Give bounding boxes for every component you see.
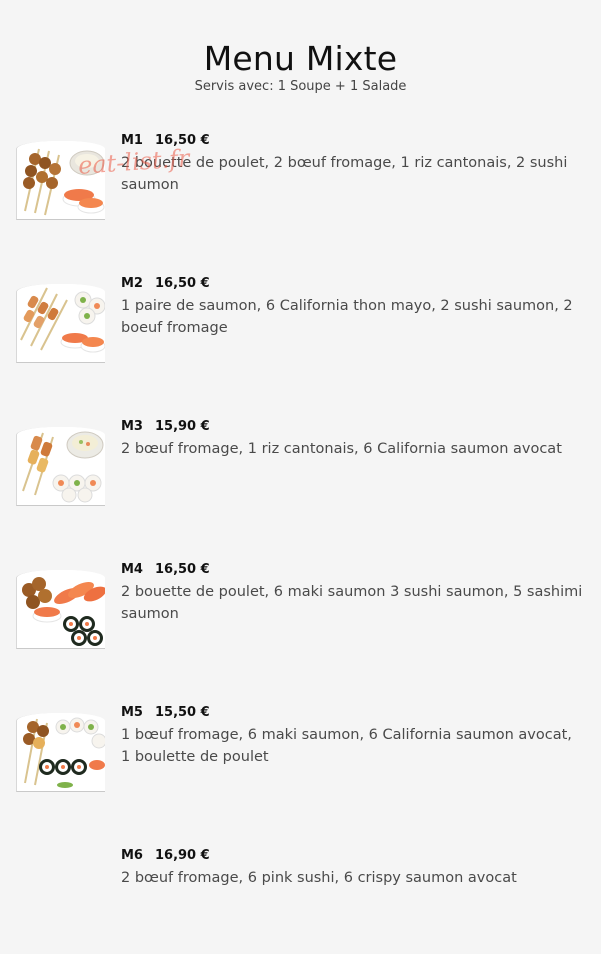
dish-photo-m2 [16, 284, 105, 363]
item-code: M4 [121, 562, 143, 577]
menu-item-m3[interactable]: M3 15,90 € 2 bœuf fromage, 1 riz cantonai… [0, 419, 601, 557]
menu-title: Menu Mixte [203, 39, 398, 78]
item-code: M6 [121, 848, 143, 863]
menu-header: Menu Mixte Servis avec: 1 Soupe + 1 Sala… [0, 36, 601, 94]
menu-item-m5[interactable]: M5 15,50 € 1 bœuf fromage, 6 maki saumon,… [0, 705, 601, 843]
item-price: 15,50 € [154, 705, 210, 720]
item-code-price: M3 15,90 € [121, 419, 210, 434]
dish-photo-m5 [16, 713, 105, 792]
item-description: 1 bœuf fromage, 6 maki saumon, 6 Califor… [121, 727, 572, 765]
dish-photo-m4 [16, 570, 105, 649]
item-code: M3 [121, 419, 143, 434]
menu-item-m2[interactable]: M2 16,50 € 1 paire de saumon, 6 Californi… [0, 276, 601, 414]
item-description: 2 bœuf fromage, 1 riz cantonais, 6 Calif… [121, 441, 562, 457]
item-code: M1 [121, 133, 143, 148]
menu-item-m1[interactable]: M1 16,50 € 2 bouette de poulet, 2 bœuf fr… [0, 133, 601, 271]
item-description: 2 bouette de poulet, 6 maki saumon 3 sus… [121, 584, 583, 622]
dish-photo-m1 [16, 141, 105, 220]
menu-subtitle: Servis avec: 1 Soupe + 1 Salade [194, 79, 407, 94]
item-code-price: M2 16,50 € [121, 276, 210, 291]
item-code-price: M1 16,50 € [121, 133, 210, 148]
item-price: 16,50 € [154, 133, 210, 148]
item-price: 16,50 € [154, 276, 210, 291]
item-description: 2 bœuf fromage, 6 pink sushi, 6 crispy s… [121, 870, 517, 886]
item-price: 16,90 € [154, 848, 210, 863]
item-description: 1 paire de saumon, 6 California thon may… [121, 298, 573, 336]
item-price: 15,90 € [154, 419, 210, 434]
dish-photo-m3 [16, 427, 105, 506]
menu-item-m6[interactable]: M6 16,90 € 2 bœuf fromage, 6 pink sushi, … [0, 848, 601, 954]
item-code: M5 [121, 705, 143, 720]
item-description: 2 bouette de poulet, 2 bœuf fromage, 1 r… [121, 155, 568, 193]
menu-page: Menu Mixte Servis avec: 1 Soupe + 1 Sala… [0, 0, 601, 954]
item-code: M2 [121, 276, 143, 291]
item-code-price: M6 16,90 € [121, 848, 210, 863]
item-code-price: M4 16,50 € [121, 562, 210, 577]
item-price: 16,50 € [154, 562, 210, 577]
item-code-price: M5 15,50 € [121, 705, 210, 720]
menu-item-m4[interactable]: M4 16,50 € 2 bouette de poulet, 6 maki sa… [0, 562, 601, 700]
